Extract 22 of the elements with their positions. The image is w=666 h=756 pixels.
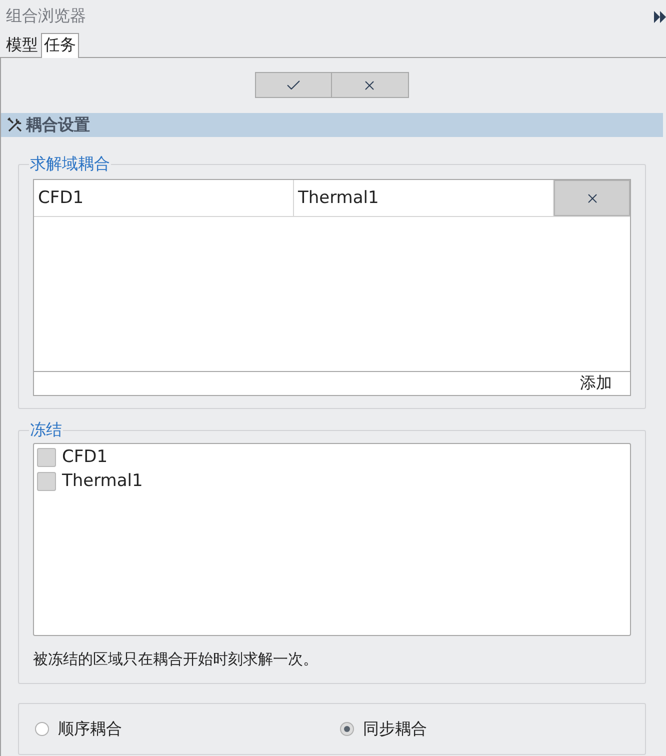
tools-icon [7, 117, 23, 133]
checkbox[interactable] [37, 472, 56, 490]
item-label: CFD1 [62, 447, 108, 467]
checkbox[interactable] [37, 448, 56, 466]
ok-button[interactable] [254, 72, 332, 98]
section-title: 耦合设置 [26, 114, 90, 136]
table-cell: CFD1 [34, 180, 294, 216]
group-legend: 求解域耦合 [29, 155, 111, 173]
note-text: 被冻结的区域只在耦合开始时刻求解一次。 [33, 650, 319, 669]
radio-label: 同步耦合 [363, 718, 427, 740]
radio-label: 顺序耦合 [58, 718, 122, 740]
cancel-button[interactable] [332, 72, 408, 98]
add-button[interactable]: 添加 [580, 373, 612, 394]
item-label: Thermal1 [62, 471, 143, 491]
tab[interactable]: 任务 [41, 33, 79, 58]
radio-button[interactable] [35, 722, 49, 736]
group-legend: 冻结 [29, 421, 63, 439]
radio-button[interactable] [340, 722, 354, 736]
remove-button[interactable] [554, 180, 630, 216]
collapse-icon[interactable] [654, 10, 666, 22]
window-title: 组合浏览器 [6, 6, 86, 27]
tab[interactable]: 模型 [3, 33, 41, 57]
